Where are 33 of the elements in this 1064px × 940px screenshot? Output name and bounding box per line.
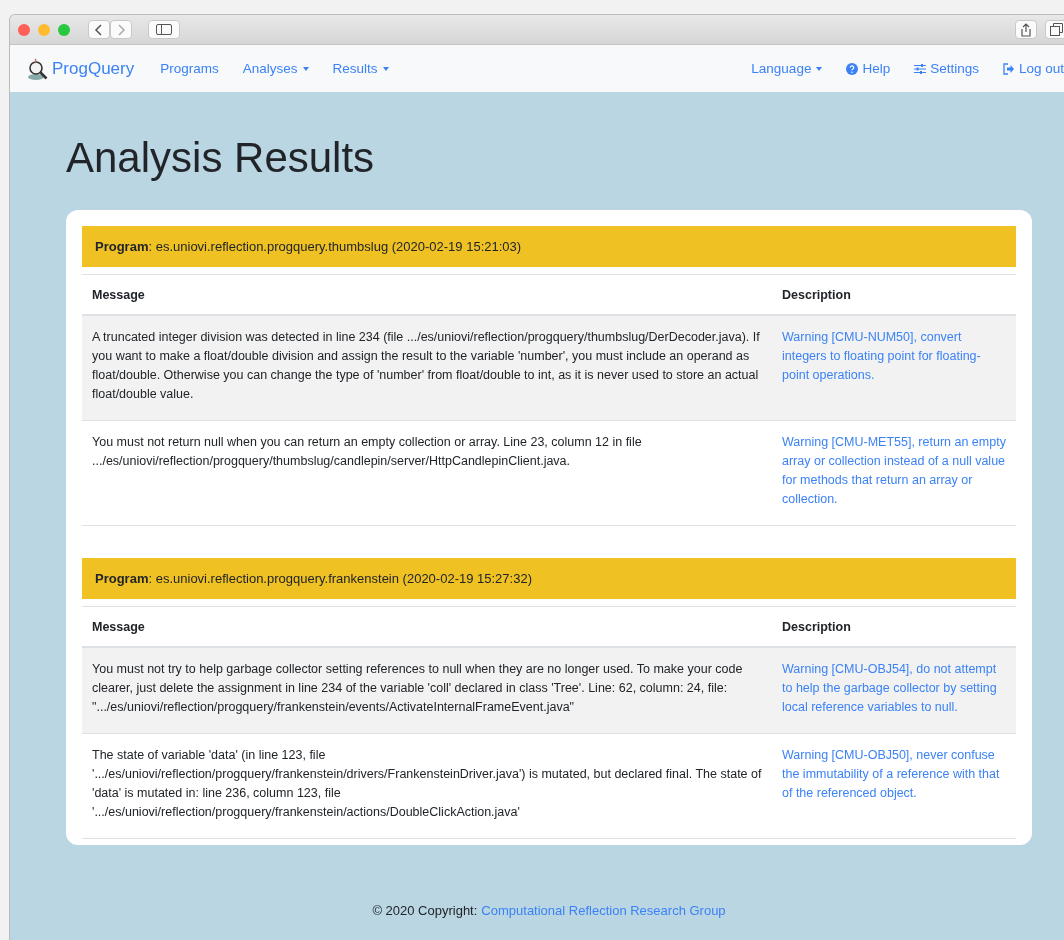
magnifier-logo-icon — [26, 56, 50, 81]
nav-link[interactable]: Help — [846, 61, 891, 76]
close-icon[interactable] — [18, 23, 30, 36]
nav-link[interactable]: Log out — [1002, 61, 1064, 76]
back-button[interactable] — [88, 20, 110, 39]
program-title: Program: es.uniovi.reflection.progquery.frankenstein (2020-02-19 15:27:32) — [95, 571, 532, 586]
brand-link[interactable]: ProgQuery — [52, 58, 135, 79]
nav-link[interactable]: Programs — [160, 61, 219, 76]
nav-link[interactable]: Language — [751, 61, 823, 76]
nav-link[interactable]: Results — [332, 61, 389, 76]
table-cell: A truncated integer division was detected in line 234 (file .../es/uniovi/reflection/progquery/thumbslug/DerDecoder.java). If you want to make a float/double division and assign the result to the variable 'number', you must include an operand as float/double. Otherwise you can change the type of 'number' from float/double to int, as it is never used to store an actual float/double value. — [82, 315, 772, 421]
tabs-icon — [1050, 23, 1063, 36]
rule-link[interactable]: Warning [CMU-OBJ50], never confuse the immutability of a reference with that of the referenced object. — [782, 746, 1006, 803]
settings-icon — [914, 62, 927, 75]
nav-link[interactable]: Settings — [914, 61, 979, 76]
table-cell: The state of variable 'data' (in line 123, file '.../es/uniovi/reflection/progquery/frankenstein/drivers/FrankensteinDriver.java') is mutated, but declared final. The state of 'data' is mutated in: line 236, column 123, file '.../es/uniovi/reflection/progquery/frankenstein/actions/DoubleClickAction.java' — [82, 733, 772, 839]
sidebar-button[interactable] — [148, 20, 180, 39]
table-cell: You must not try to help garbage collector setting references to null when they are no longer used. To make your code clearer, just delete the assignment in line 234 of the variable 'coll' declared in class 'Tree'. Line: 62, column: 24, file: ".../es/uniovi/reflection/progquery/frankenstein/events/ActivateInternalFrameEvent.java" — [82, 647, 772, 734]
logout-icon — [1002, 62, 1015, 75]
table-cell: You must not return null when you can return an empty collection or array. Line 23, column 12 in file .../es/uniovi/reflection/progquery/thumbslug/candlepin/server/HttpCandlepinClient.java. — [82, 420, 772, 526]
page-heading: Analysis Results — [66, 134, 376, 182]
tabs-button[interactable] — [1045, 20, 1064, 39]
chevron-left-icon — [94, 23, 104, 36]
rule-link[interactable]: Warning [CMU-MET55], return an empty array or collection instead of a null value for methods that return an array or collection. — [782, 433, 1006, 509]
nav-link[interactable]: Analyses — [242, 61, 309, 76]
help-icon — [846, 62, 859, 75]
sidebar-icon — [156, 24, 172, 35]
share-button[interactable] — [1015, 20, 1037, 39]
program-title: Program: es.uniovi.reflection.progquery.thumbslug (2020-02-19 15:21:03) — [95, 239, 522, 254]
copyright-text: © 2020 Copyright: — [372, 903, 478, 918]
share-icon — [1020, 22, 1032, 37]
chevron-right-icon — [116, 23, 126, 36]
footer-link[interactable]: Computational Reflection Research Group — [481, 903, 726, 918]
